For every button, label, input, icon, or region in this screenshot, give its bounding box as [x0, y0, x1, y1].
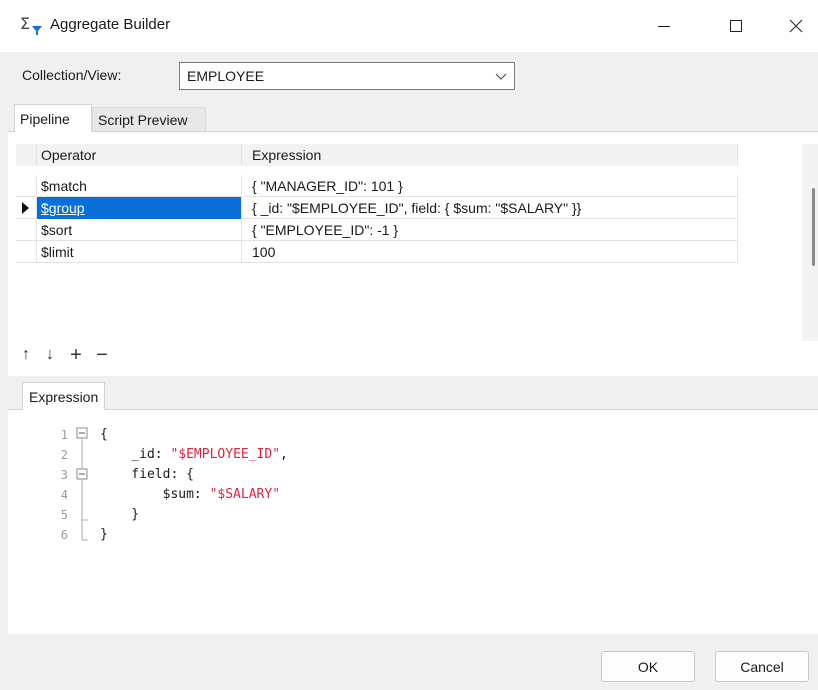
minus-icon: −: [96, 343, 108, 366]
row-indicator: [16, 241, 36, 263]
ok-button[interactable]: OK: [601, 651, 695, 682]
sigma-icon: Σ: [20, 14, 42, 35]
row-indicator: [16, 219, 36, 241]
code-token: }: [100, 507, 140, 522]
table-row[interactable]: $sort { "EMPLOYEE_ID": -1 }: [16, 219, 738, 241]
grid-scrollbar-thumb[interactable]: [812, 188, 815, 266]
expression-cell[interactable]: { "EMPLOYEE_ID": -1 }: [242, 219, 738, 241]
collection-select[interactable]: EMPLOYEE: [179, 62, 515, 90]
plus-icon: +: [70, 343, 82, 366]
close-button[interactable]: [772, 6, 818, 46]
code-line: $sum: "$SALARY": [100, 487, 280, 502]
line-number: 1: [60, 428, 68, 442]
tab-script-preview-label: Script Preview: [98, 111, 188, 128]
move-up-button[interactable]: ↑: [16, 345, 36, 365]
tab-expression[interactable]: Expression: [22, 382, 106, 410]
move-down-button[interactable]: ↓: [40, 345, 60, 365]
tab-pipeline[interactable]: Pipeline: [14, 104, 92, 132]
line-number: 3: [60, 468, 68, 482]
current-row-arrow-icon: [22, 202, 29, 214]
code-token: $sum:: [100, 487, 210, 502]
window-title: Aggregate Builder: [50, 16, 171, 33]
arrow-up-icon: ↑: [22, 346, 30, 363]
code-line: }: [100, 507, 139, 522]
table-row[interactable]: $match { "MANAGER_ID": 101 }: [16, 175, 738, 197]
minimize-icon: [658, 26, 670, 27]
operator-cell[interactable]: $limit: [36, 241, 242, 263]
arrow-down-icon: ↓: [46, 346, 54, 363]
column-header-operator[interactable]: Operator: [36, 144, 242, 166]
line-number: 4: [60, 488, 68, 502]
tab-script-preview[interactable]: Script Preview: [92, 107, 206, 132]
code-token: field: {: [100, 467, 194, 482]
line-number: 6: [60, 528, 68, 542]
line-number: 2: [60, 448, 68, 462]
tab-expression-label: Expression: [29, 388, 99, 405]
code-line: {: [100, 427, 108, 442]
title-bar: Σ Aggregate Builder: [0, 0, 818, 52]
row-indicator: [16, 197, 36, 219]
tab-pipeline-label: Pipeline: [20, 110, 70, 127]
code-line: field: {: [100, 467, 194, 482]
code-token: ,: [280, 447, 288, 462]
collection-value: EMPLOYEE: [187, 68, 265, 84]
expression-cell[interactable]: 100: [242, 241, 738, 263]
remove-stage-button[interactable]: −: [92, 343, 112, 366]
row-indicator: [16, 175, 36, 197]
code-string: "$SALARY": [209, 487, 281, 502]
maximize-icon: [730, 20, 742, 32]
table-row-selected[interactable]: $group { _id: "$EMPLOYEE_ID", field: { $…: [16, 197, 738, 219]
grid-scrollbar[interactable]: [802, 144, 818, 341]
operator-cell[interactable]: $group: [36, 197, 242, 219]
operator-cell[interactable]: $match: [36, 175, 242, 197]
table-row[interactable]: $limit 100: [16, 241, 738, 263]
code-line: }: [100, 527, 108, 542]
svg-text:Σ: Σ: [20, 14, 30, 33]
code-line: _id: "$EMPLOYEE_ID",: [100, 447, 288, 462]
line-number: 5: [60, 508, 68, 522]
operator-cell[interactable]: $sort: [36, 219, 242, 241]
grid-header-row: Operator Expression: [16, 144, 738, 166]
row-indicator-header: [16, 144, 36, 166]
cancel-button[interactable]: Cancel: [715, 651, 809, 682]
collection-label: Collection/View:: [22, 67, 122, 83]
code-token: }: [100, 527, 108, 542]
add-stage-button[interactable]: +: [66, 343, 86, 366]
code-folding-gutter: [76, 427, 88, 541]
column-header-expression[interactable]: Expression: [242, 144, 738, 166]
close-icon: [789, 19, 803, 33]
minimize-button[interactable]: [640, 6, 688, 46]
code-token: _id:: [100, 447, 171, 462]
code-token: {: [100, 427, 108, 442]
code-string: "$EMPLOYEE_ID": [170, 447, 281, 462]
expression-cell[interactable]: { _id: "$EMPLOYEE_ID", field: { $sum: "$…: [242, 197, 738, 219]
maximize-button[interactable]: [712, 6, 760, 46]
chevron-down-icon: [495, 73, 507, 80]
expression-cell[interactable]: { "MANAGER_ID": 101 }: [242, 175, 738, 197]
